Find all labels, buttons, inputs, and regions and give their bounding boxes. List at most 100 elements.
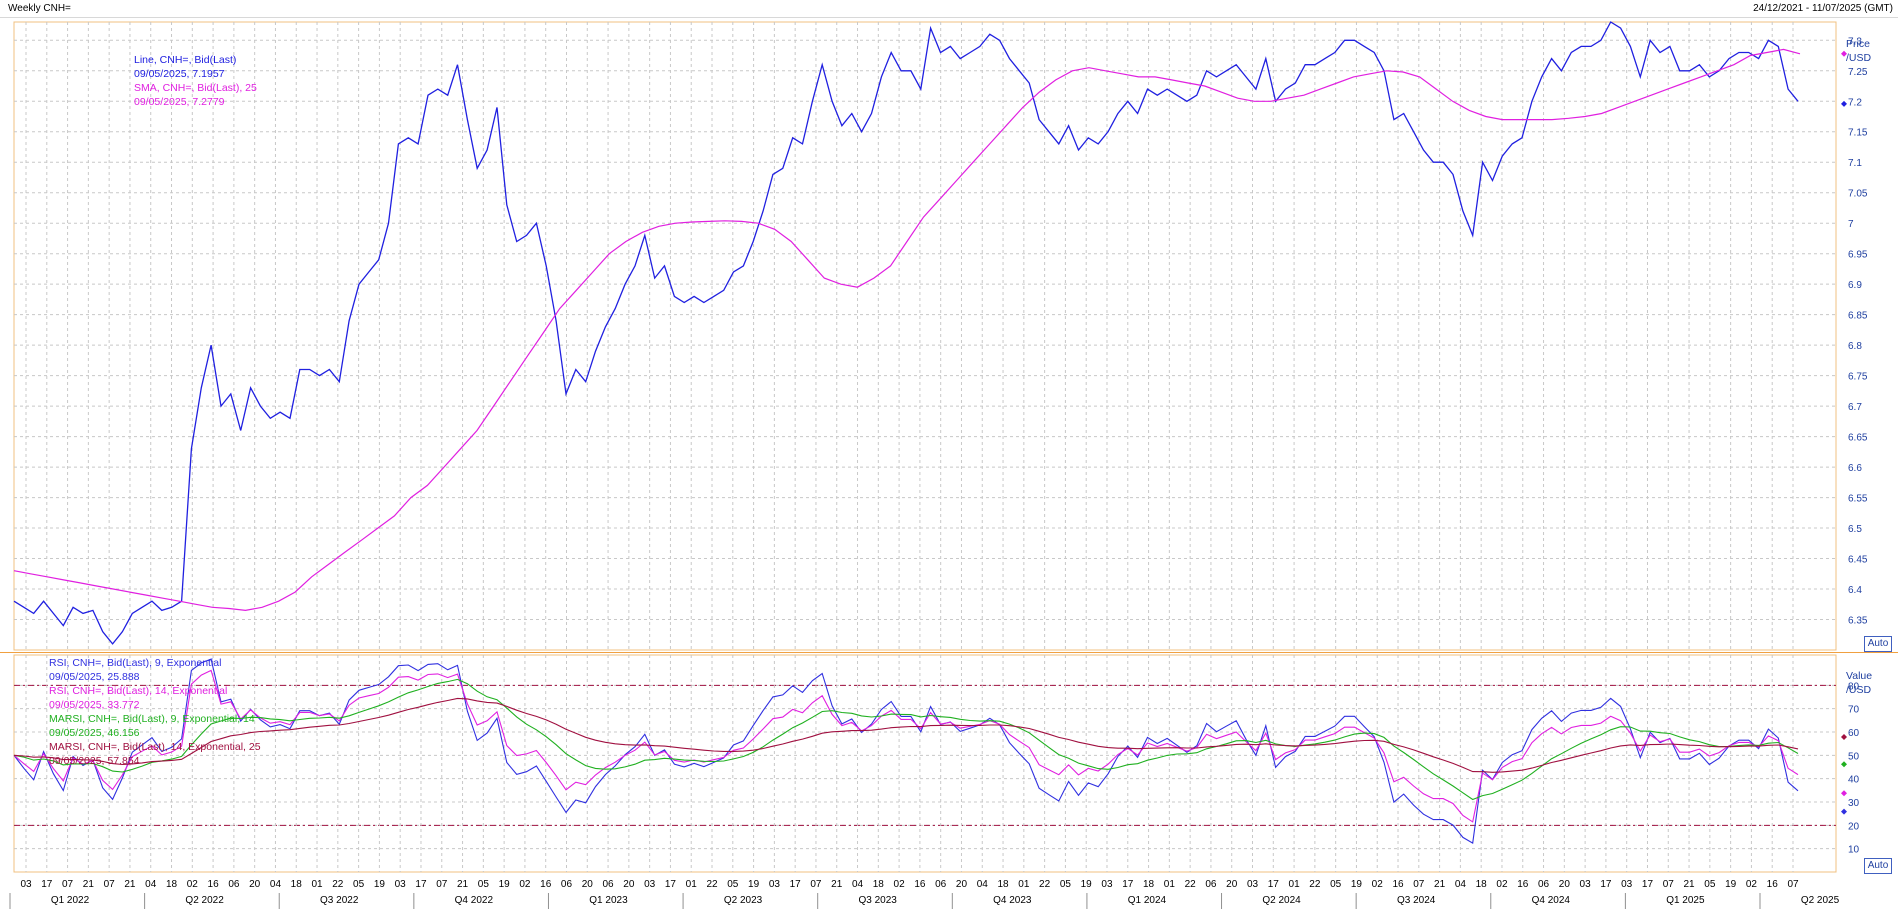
price-auto-scale-button[interactable]: Auto (1864, 636, 1892, 652)
price-tick-label: 6.5 (1848, 524, 1862, 535)
x-tick-label: 06 (603, 879, 615, 890)
price-tick-label: 6.35 (1848, 616, 1868, 627)
x-tick-label: 20 (249, 879, 261, 890)
x-tick-label: 17 (665, 879, 677, 890)
legend-line-value: 09/05/2025, 7.1957 (134, 68, 225, 80)
x-tick-label: 05 (1704, 879, 1716, 890)
price-tick-label: 6.7 (1848, 402, 1862, 413)
price-tick-label: 6.45 (1848, 555, 1868, 566)
x-tick-label: 17 (790, 879, 802, 890)
indicator-legend: RSI, CNH=, Bid(Last), 9, Exponential 09/… (49, 656, 261, 768)
x-tick-label: 01 (686, 879, 698, 890)
indicator-tick-label: 40 (1848, 775, 1860, 786)
sma-line-series (13, 48, 1801, 612)
x-tick-label: 16 (914, 879, 926, 890)
indicator-tick-label: 30 (1848, 798, 1860, 809)
chart-canvas[interactable]: 6.35 6.4 6.45 6.5 6.55 6.6 6.65 6.7 6.75 6.8 6.85 6… (0, 0, 1898, 909)
indicator-tick-label: 10 (1848, 845, 1860, 856)
x-tick-label: 02 (894, 879, 906, 890)
indicator-tick-label: 50 (1848, 751, 1860, 762)
legend-marsi14-name: MARSI, CNH=, Bid(Last), 14, Exponential,… (49, 741, 261, 753)
x-tick-label: 03 (1101, 879, 1113, 890)
x-tick-label: 07 (810, 879, 822, 890)
x-tick-label: 03 (769, 879, 781, 890)
quarter-label: Q1 2023 (589, 895, 628, 906)
x-tick-label: 17 (41, 879, 53, 890)
price-unit-label: Price (1846, 38, 1870, 50)
quarter-label: Q1 2025 (1666, 895, 1705, 906)
x-tick-label: 18 (291, 879, 303, 890)
x-tick-label: 04 (145, 879, 157, 890)
indicator-panel-frame (13, 654, 1837, 873)
x-tick-label: 03 (395, 879, 407, 890)
x-tick-label: 16 (208, 879, 220, 890)
legend-rsi9-value: 09/05/2025, 25.888 (49, 671, 140, 683)
price-tick-label: 6.8 (1848, 341, 1862, 352)
x-tick-label: 21 (831, 879, 843, 890)
x-tick-label: 03 (20, 879, 32, 890)
x-tick-label: 22 (1309, 879, 1321, 890)
quarter-label: Q3 2022 (320, 895, 359, 906)
x-tick-label: 22 (1185, 879, 1197, 890)
x-tick-label: 01 (1164, 879, 1176, 890)
x-tick-label: 17 (1642, 879, 1654, 890)
legend-sma-name: SMA, CNH=, Bid(Last), 25 (134, 82, 257, 94)
price-legend: Line, CNH=, Bid(Last) 09/05/2025, 7.1957… (134, 53, 257, 109)
x-tick-label: 21 (1434, 879, 1446, 890)
x-tick-label: 18 (873, 879, 885, 890)
x-tick-label: 17 (415, 879, 427, 890)
quarter-label: Q2 2024 (1262, 895, 1301, 906)
x-tick-label: 06 (561, 879, 573, 890)
x-tick-label: 22 (706, 879, 718, 890)
x-tick-label: 20 (1226, 879, 1238, 890)
legend-marsi14-value: 09/05/2025, 57.854 (49, 755, 140, 767)
quarter-label: Q4 2022 (455, 895, 494, 906)
price-tick-label: 6.55 (1848, 494, 1868, 505)
indicator-series-2 (13, 678, 1799, 801)
x-tick-label: 22 (1039, 879, 1051, 890)
price-last-marker (1841, 100, 1847, 107)
x-tick-label: 02 (1746, 879, 1758, 890)
x-tick-label: 21 (124, 879, 136, 890)
x-tick-label: 07 (1413, 879, 1425, 890)
x-tick-label: 07 (62, 879, 74, 890)
x-tick-label: 17 (1268, 879, 1280, 890)
indicator-last-marker (1841, 790, 1847, 797)
x-tick-label: 03 (1247, 879, 1259, 890)
x-tick-label: 04 (852, 879, 864, 890)
indicator-currency-label: /USD (1846, 684, 1872, 696)
x-tick-label: 04 (270, 879, 282, 890)
legend-rsi14-name: RSI, CNH=, Bid(Last), 14, Exponential (49, 685, 228, 697)
x-tick-label: 19 (748, 879, 760, 890)
indicator-last-marker (1841, 734, 1847, 741)
x-tick-label: 06 (935, 879, 947, 890)
x-tick-label: 20 (1559, 879, 1571, 890)
legend-marsi9-value: 09/05/2025, 46.156 (49, 727, 140, 739)
x-tick-label: 07 (104, 879, 116, 890)
indicator-unit-label: Value (1846, 670, 1873, 682)
quarter-label: Q1 2024 (1128, 895, 1167, 906)
x-tick-label: 20 (582, 879, 594, 890)
x-tick-label: 05 (727, 879, 739, 890)
legend-sma-value: 09/05/2025, 7.2779 (134, 96, 225, 108)
price-tick-label: 6.65 (1848, 433, 1868, 444)
x-tick-label: 16 (1392, 879, 1404, 890)
x-tick-label: 04 (977, 879, 989, 890)
x-tick-label: 05 (1330, 879, 1342, 890)
indicator-last-marker (1841, 808, 1847, 815)
indicator-auto-scale-button[interactable]: Auto (1864, 858, 1892, 874)
x-tick-label: 03 (644, 879, 656, 890)
indicator-last-marker (1841, 761, 1847, 768)
quarter-label: Q2 2023 (724, 895, 763, 906)
price-tick-label: 6.95 (1848, 250, 1868, 261)
indicator-axis-unit: Value /USD (1846, 669, 1872, 697)
x-tick-label: 06 (1538, 879, 1550, 890)
x-tick-label: 06 (228, 879, 240, 890)
x-tick-label: 01 (1018, 879, 1030, 890)
price-tick-label: 7.15 (1848, 128, 1868, 139)
x-tick-label: 16 (1767, 879, 1779, 890)
x-tick-label: 16 (1517, 879, 1529, 890)
x-tick-label: 03 (1580, 879, 1592, 890)
x-tick-label: 20 (956, 879, 968, 890)
indicator-series-0 (13, 658, 1799, 844)
